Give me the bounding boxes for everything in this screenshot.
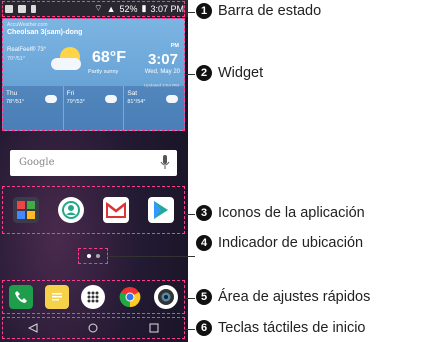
leader-line: [185, 74, 195, 75]
apps-drawer-icon[interactable]: [81, 285, 106, 309]
leader-line: [185, 329, 195, 330]
widget-date: Wed, May 20: [144, 69, 180, 75]
callout-label: Widget: [218, 65, 264, 81]
leader-line: [185, 298, 195, 299]
callout-number: 5: [196, 289, 212, 305]
callout-label: Indicador de ubicación: [218, 235, 364, 251]
microphone-icon[interactable]: [160, 155, 170, 170]
leader-line: [185, 12, 195, 13]
callout-number: 6: [196, 320, 212, 336]
contacts-icon[interactable]: [57, 197, 84, 223]
forecast-day-label: Fri: [66, 90, 75, 97]
gmail-icon[interactable]: [103, 197, 130, 223]
leader-line: [185, 214, 195, 215]
widget-time: 3:07: [147, 51, 178, 68]
callout-label: Barra de estado: [218, 3, 322, 19]
page-dot-active: [86, 254, 91, 258]
partly-sunny-icon: [105, 91, 118, 103]
play-store-icon[interactable]: [148, 197, 175, 223]
chrome-icon[interactable]: [118, 285, 142, 309]
cloud-icon: [51, 58, 81, 70]
page-dot: [95, 254, 100, 258]
weather-widget[interactable]: AccuWeather.com Cheolsan 3(sam)-dong Rea…: [2, 18, 185, 131]
callout-number: 1: [196, 3, 212, 19]
callout-number: 2: [196, 65, 212, 81]
callout-location-indicator: 4 Indicador de ubicación: [196, 235, 363, 251]
callout-quick-settings: 5 Área de ajustes rápidos: [196, 289, 370, 305]
callout-label: Iconos de la aplicación: [218, 205, 365, 221]
callout-number: 3: [196, 205, 212, 221]
home-touch-keys: [2, 317, 185, 339]
forecast-day: Sat 81°/54°: [123, 86, 184, 130]
forecast-row: Thu 78°/51° Fri 79°/53° Sat 81°/54°: [3, 86, 184, 130]
page-indicator: [78, 248, 108, 264]
widget-realfeel: RealFeel® 73°: [7, 47, 47, 53]
app-icons-row: [2, 186, 185, 234]
callout-widget: 2 Widget: [196, 65, 263, 81]
callout-home-keys: 6 Teclas táctiles de inicio: [196, 320, 366, 336]
widget-hilo: 70°/51°: [7, 56, 26, 62]
callout-label: Teclas táctiles de inicio: [218, 320, 366, 336]
search-placeholder: Google: [19, 157, 55, 168]
status-bar-highlight: [2, 1, 185, 17]
leader-line: [108, 256, 195, 257]
partly-sunny-icon: [44, 91, 57, 103]
quick-access-dock: [2, 280, 185, 314]
callout-app-icons: 3 Iconos de la aplicación: [196, 205, 365, 221]
back-icon[interactable]: [28, 323, 38, 333]
widget-temperature: 68°F: [92, 49, 126, 66]
partly-sunny-icon: [166, 91, 179, 103]
forecast-temps: 81°/54°: [127, 99, 146, 105]
widget-location: Cheolsan 3(sam)-dong: [7, 29, 83, 36]
home-icon[interactable]: [88, 323, 98, 333]
widget-ampm: PM: [170, 43, 179, 49]
apps-folder-icon[interactable]: [12, 197, 39, 223]
callout-status-bar: 1 Barra de estado: [196, 3, 321, 19]
recent-apps-icon[interactable]: [149, 323, 159, 333]
forecast-temps: 78°/51°: [6, 99, 25, 105]
widget-source: AccuWeather.com: [7, 22, 48, 28]
forecast-day-label: Thu: [6, 90, 18, 97]
phone-screen: ⌔ ▲ 52% ▮ 3:07 PM AccuWeather.com Cheols…: [0, 0, 188, 342]
callout-number: 4: [196, 235, 212, 251]
messaging-icon[interactable]: [45, 285, 70, 309]
forecast-day-label: Sat: [127, 90, 138, 97]
callout-label: Área de ajustes rápidos: [218, 289, 371, 305]
google-search-bar[interactable]: Google: [10, 150, 177, 176]
forecast-day: Fri 79°/53°: [62, 86, 124, 130]
widget-condition: Partly sunny: [88, 69, 119, 75]
forecast-day: Thu 78°/51°: [3, 86, 63, 130]
phone-icon[interactable]: [9, 285, 34, 309]
camera-icon[interactable]: [153, 285, 178, 309]
forecast-temps: 79°/53°: [66, 99, 85, 105]
